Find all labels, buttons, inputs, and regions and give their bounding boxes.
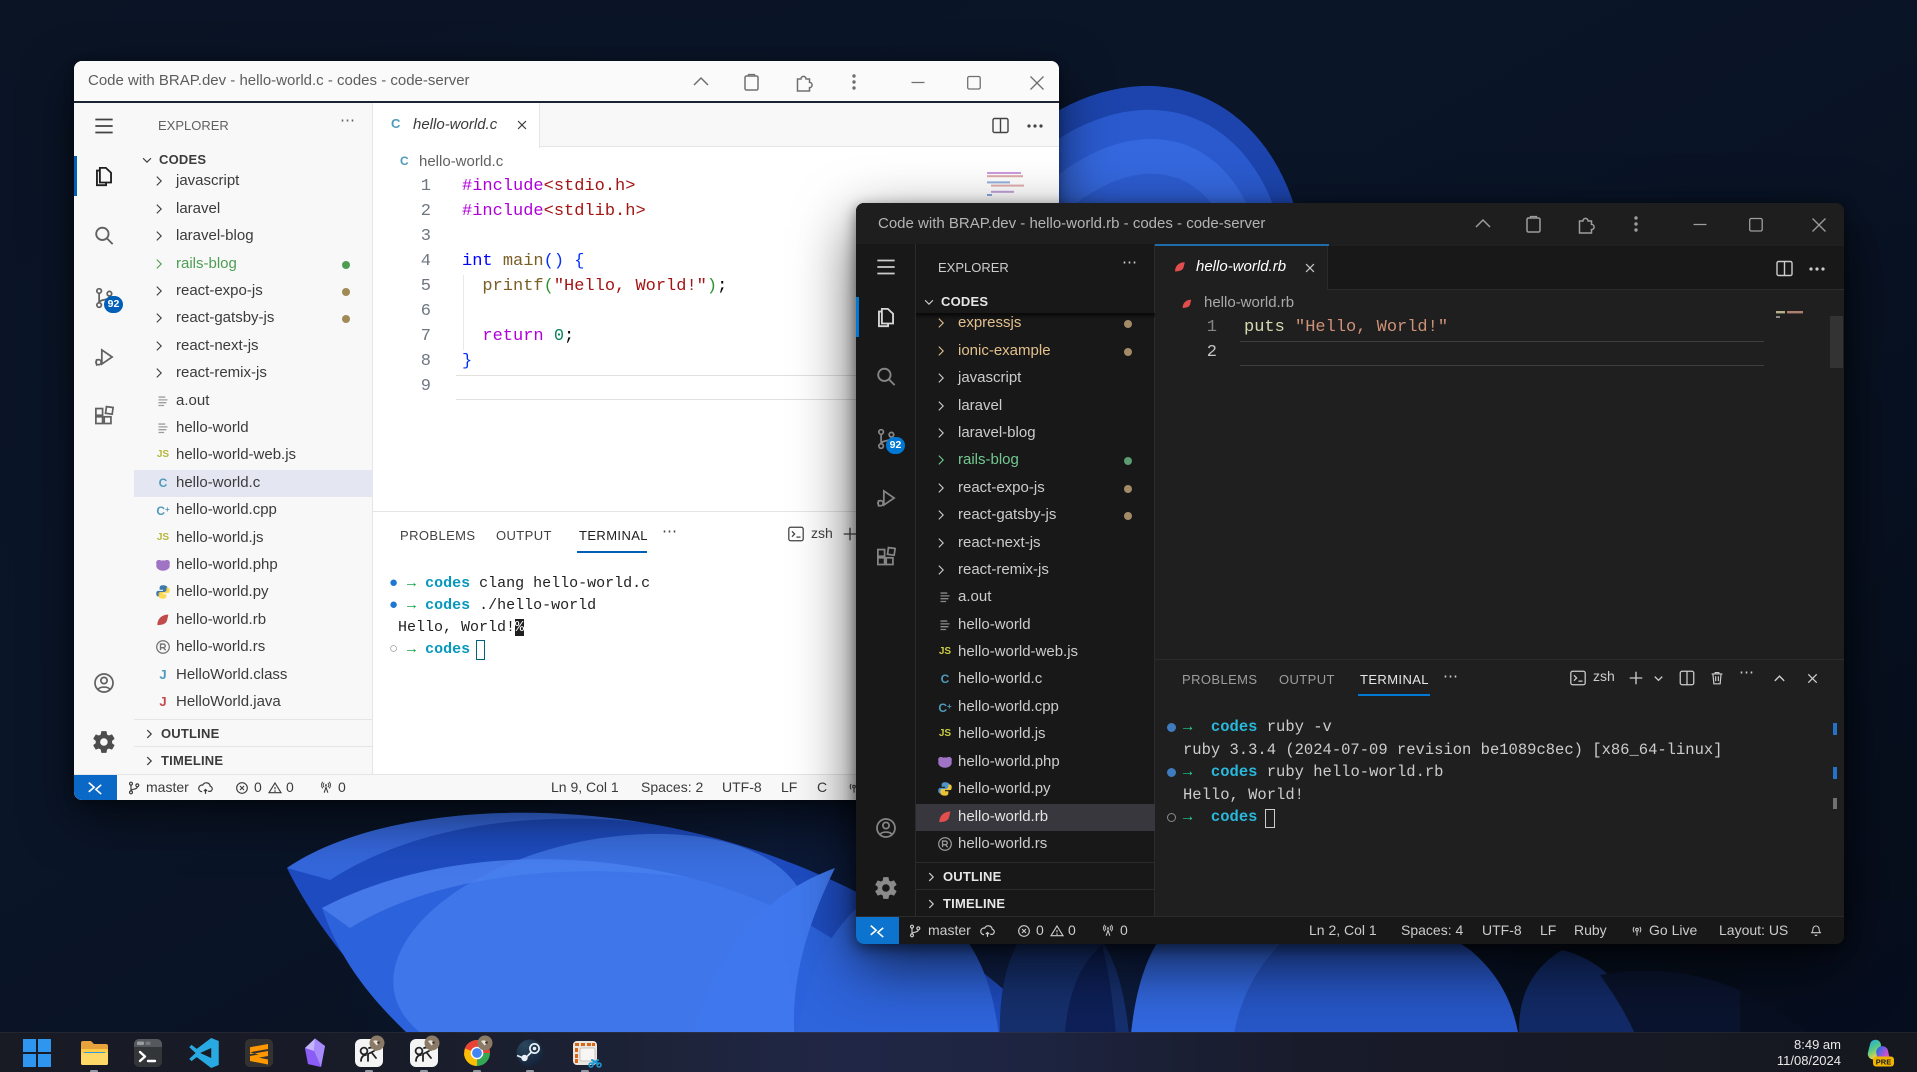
svg-text:PRE: PRE <box>1876 1057 1891 1066</box>
